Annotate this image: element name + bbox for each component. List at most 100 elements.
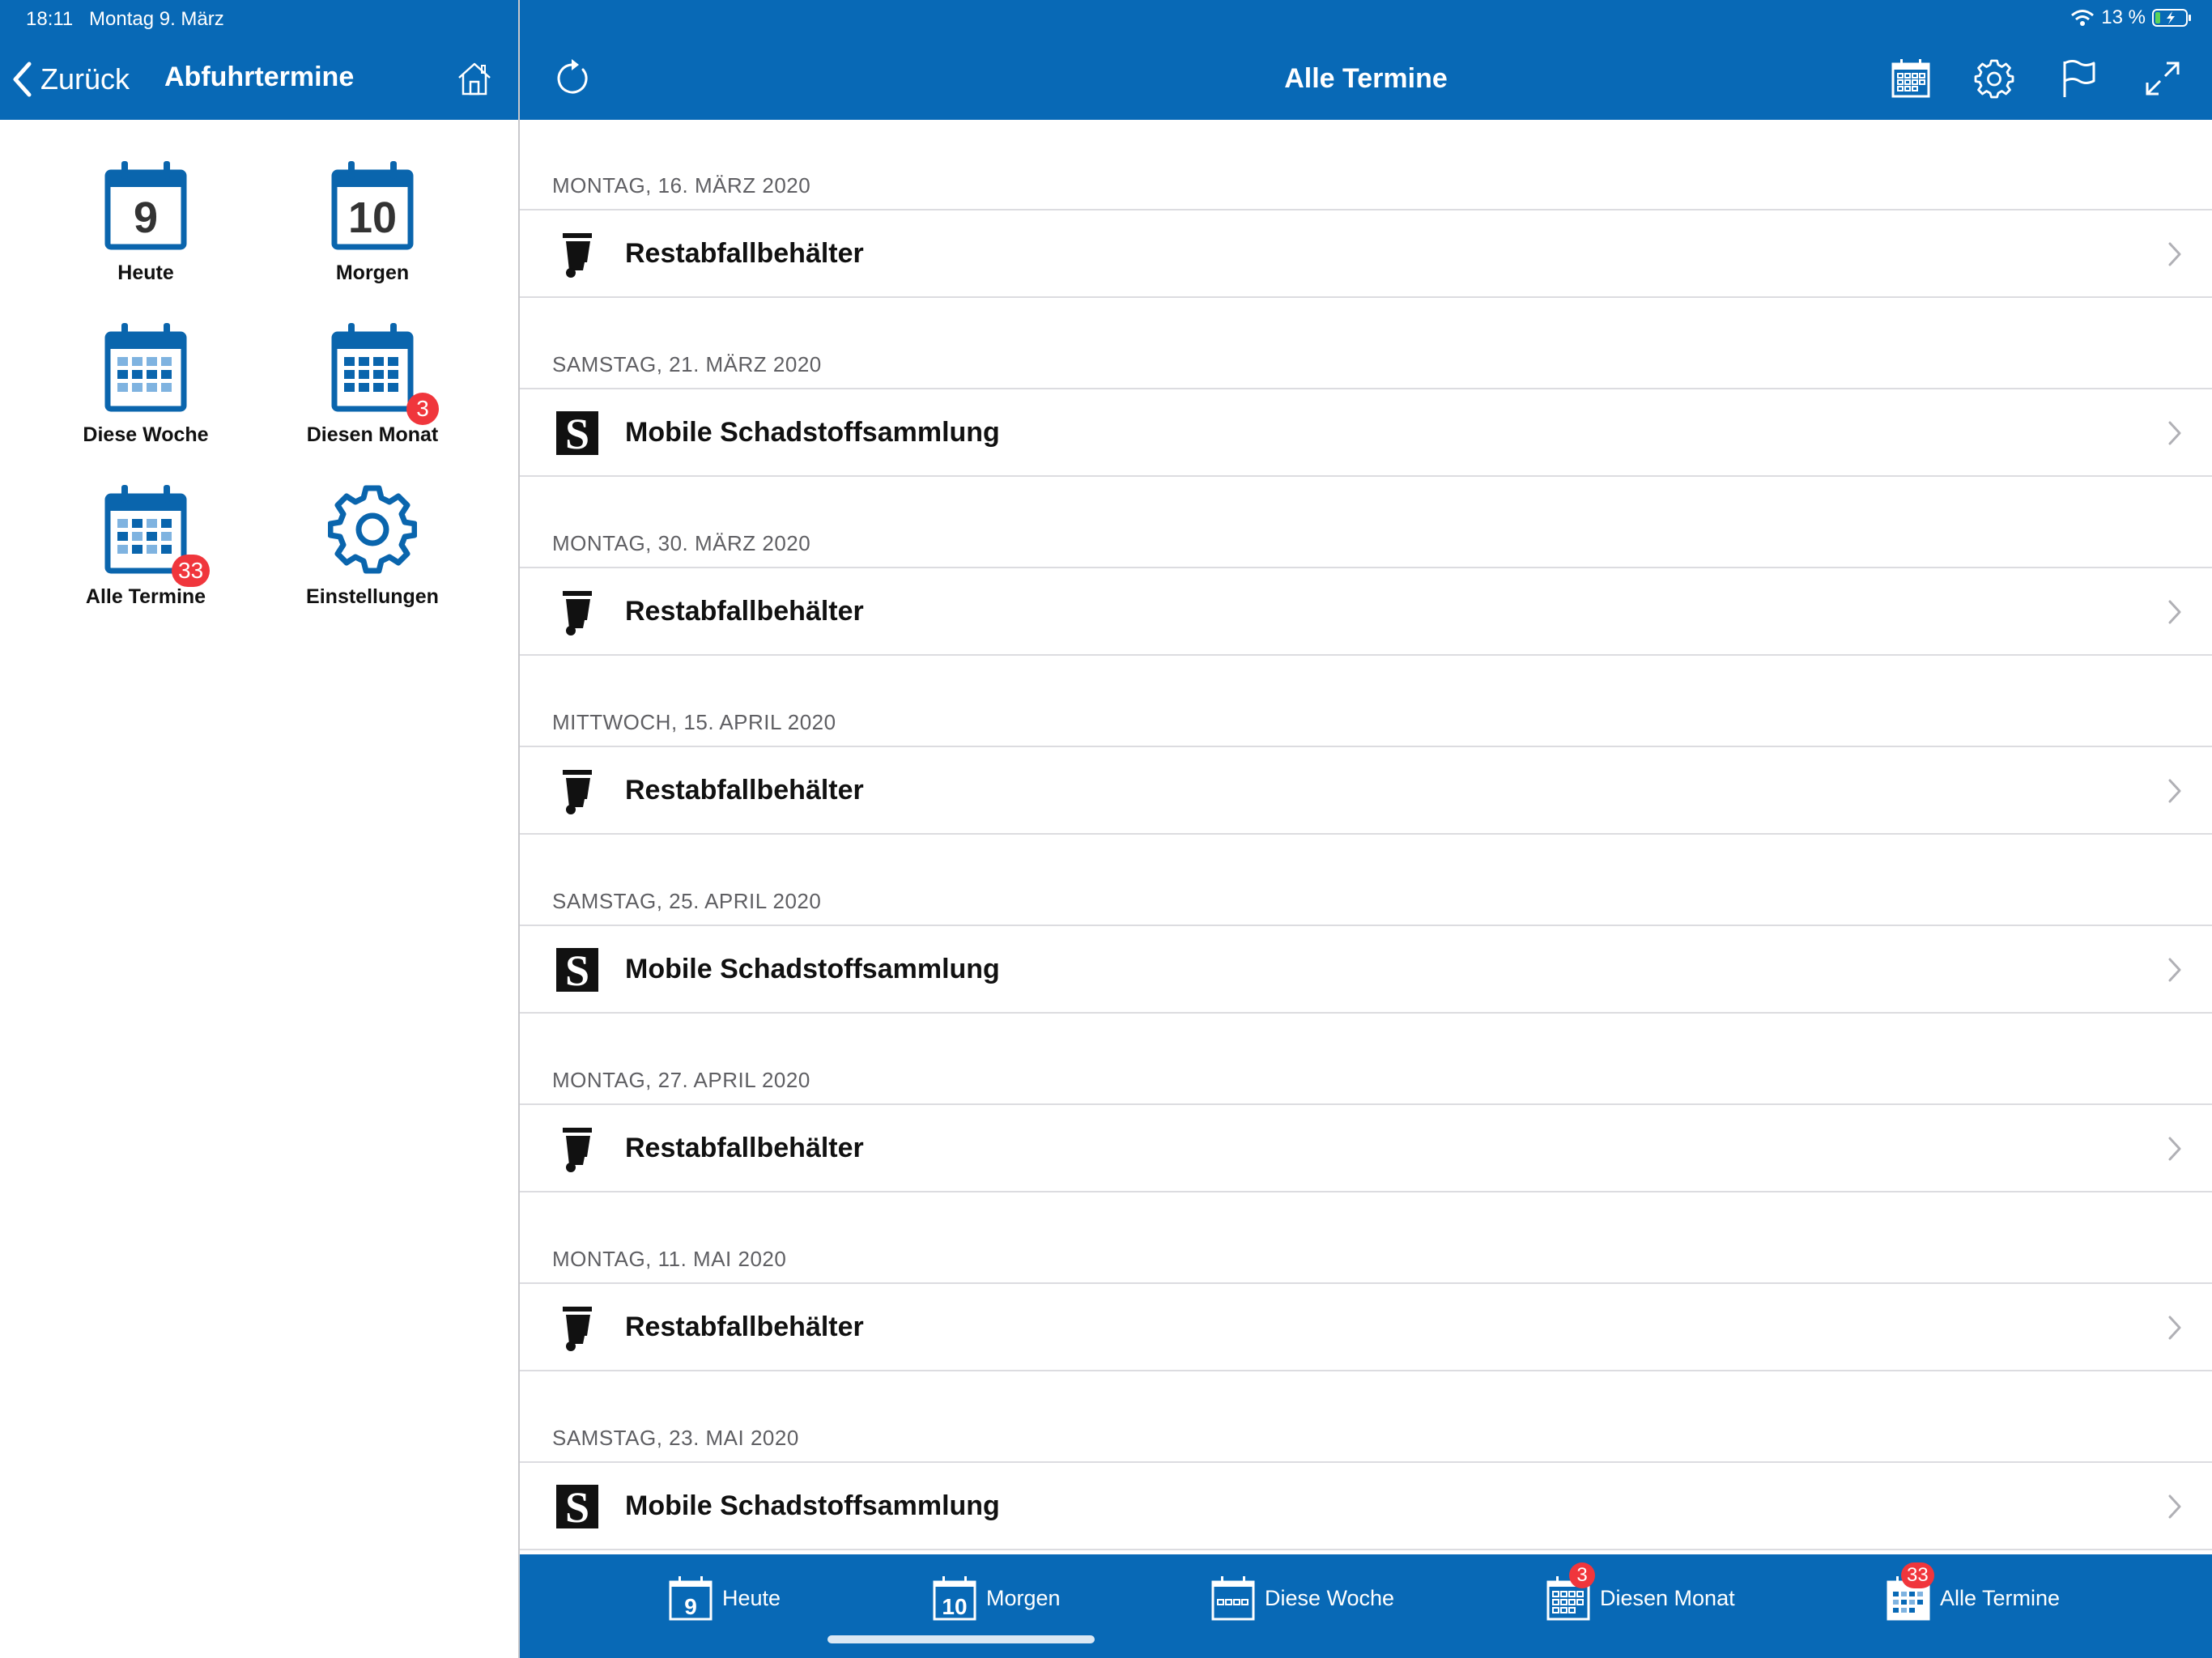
chevron-right-icon <box>2168 242 2181 266</box>
list-section: MONTAG, 27. APRIL 2020 Restabfallbehälter <box>520 1014 2212 1193</box>
appointment-row[interactable]: Restabfallbehälter <box>520 209 2212 298</box>
waste-bin-icon <box>563 770 592 814</box>
chevron-right-icon <box>2168 1316 2181 1340</box>
gear-icon <box>328 485 417 574</box>
battery-icon <box>2152 9 2191 27</box>
chevron-left-icon <box>13 62 32 97</box>
tab-diese-woche[interactable]: Diese Woche <box>1210 1572 1394 1624</box>
tile-diesen-monat-badge: 3 <box>406 393 439 425</box>
tab-morgen-icon-wrap: 10 <box>931 1574 978 1622</box>
status-date: Montag 9. März <box>89 8 224 30</box>
waste-bin-icon <box>563 1307 592 1351</box>
tab-heute-label: Heute <box>722 1585 781 1610</box>
back-label: Zurück <box>40 62 130 96</box>
tab-diesen-monat-label: Diesen Monat <box>1600 1585 1735 1610</box>
appointment-title: Restabfallbehälter <box>625 596 864 627</box>
tile-morgen[interactable]: 10 Morgen <box>267 158 478 312</box>
section-date-header: MONTAG, 30. MÄRZ 2020 <box>552 531 811 555</box>
list-section: SAMSTAG, 23. MAI 2020 S Mobile Schadstoffs… <box>520 1372 2212 1551</box>
svg-text:S: S <box>565 1483 589 1531</box>
section-date-header: MONTAG, 16. MÄRZ 2020 <box>552 173 811 198</box>
tile-diesen-monat[interactable]: 3 Diesen Monat <box>267 320 478 474</box>
left-pane: 18:11 Montag 9. März Zurück Abfuhrtermin… <box>0 0 519 1658</box>
tab-diesen-monat-icon-wrap: 3 <box>1545 1562 1595 1622</box>
tile-alle-termine[interactable]: 33 Alle Termine <box>40 482 251 636</box>
tab-morgen[interactable]: 10 Morgen <box>931 1572 1061 1624</box>
calendar-day-icon: 9 <box>104 161 187 250</box>
tab-heute-icon-wrap: 9 <box>667 1574 714 1622</box>
tile-einstellungen[interactable]: Einstellungen <box>267 482 478 636</box>
calendar-week-icon <box>104 323 187 412</box>
calendar-week-icon <box>1211 1576 1255 1621</box>
appointment-title: Restabfallbehälter <box>625 1133 864 1163</box>
flag-icon[interactable] <box>2057 57 2100 100</box>
appointment-row[interactable]: Restabfallbehälter <box>520 746 2212 835</box>
gear-icon[interactable] <box>1972 57 2016 100</box>
appointment-title: Restabfallbehälter <box>625 1312 864 1342</box>
tab-heute[interactable]: 9 Heute <box>667 1572 781 1624</box>
calendar-day-icon: 9 <box>669 1576 713 1621</box>
tile-heute-day: 9 <box>134 193 158 242</box>
tab-morgen-day: 10 <box>942 1594 967 1619</box>
tab-heute-day: 9 <box>684 1594 697 1619</box>
calendar-icon[interactable] <box>1889 57 1933 100</box>
section-date-header: SAMSTAG, 21. MÄRZ 2020 <box>552 352 822 376</box>
appointment-row[interactable]: S Mobile Schadstoffsammlung <box>520 925 2212 1014</box>
tab-diesen-monat-badge: 3 <box>1569 1562 1595 1588</box>
hazardous-waste-icon: S <box>556 1483 598 1531</box>
svg-text:S: S <box>565 946 589 994</box>
back-button[interactable]: Zurück <box>11 57 130 102</box>
tile-diese-woche[interactable]: Diese Woche <box>40 320 251 474</box>
left-nav-bar: 18:11 Montag 9. März Zurück Abfuhrtermin… <box>0 0 519 120</box>
waste-bin-icon <box>563 591 592 636</box>
appointment-row[interactable]: S Mobile Schadstoffsammlung <box>520 1461 2212 1550</box>
chevron-right-icon <box>2168 1494 2181 1519</box>
calendar-day-icon: 10 <box>331 161 414 250</box>
page-title: Alle Termine <box>1284 63 1448 94</box>
appointment-title: Mobile Schadstoffsammlung <box>625 954 1000 984</box>
tile-morgen-day: 10 <box>348 193 397 242</box>
left-title: Abfuhrtermine <box>164 62 355 92</box>
svg-text:S: S <box>565 410 589 457</box>
tab-morgen-label: Morgen <box>986 1585 1061 1610</box>
tab-diese-woche-icon-wrap <box>1210 1574 1257 1622</box>
tile-alle-termine-badge: 33 <box>172 555 211 587</box>
tab-alle-termine-label: Alle Termine <box>1940 1585 2061 1610</box>
section-date-header: SAMSTAG, 25. APRIL 2020 <box>552 889 822 913</box>
appointment-title: Restabfallbehälter <box>625 238 864 269</box>
right-nav-bar: 13 % Alle Termine <box>520 0 2212 120</box>
list-section: MONTAG, 30. MÄRZ 2020 Restabfallbehälter <box>520 478 2212 657</box>
hazardous-waste-icon: S <box>556 410 598 457</box>
tab-diesen-monat[interactable]: 3 Diesen Monat <box>1545 1562 1735 1624</box>
list-section: MITTWOCH, 15. APRIL 2020 Restabfallbehält… <box>520 657 2212 835</box>
home-icon[interactable] <box>455 59 494 98</box>
tab-alle-termine-badge: 33 <box>1901 1562 1934 1588</box>
battery-percent: 13 % <box>2101 6 2146 28</box>
chevron-right-icon <box>2168 1137 2181 1161</box>
appointment-row[interactable]: Restabfallbehälter <box>520 567 2212 656</box>
tile-diesen-monat-label: Diesen Monat <box>306 423 439 446</box>
waste-bin-icon <box>563 1128 592 1172</box>
wifi-icon <box>2071 10 2095 26</box>
status-indicators: 13 % <box>2070 6 2193 29</box>
tab-alle-termine-icon-wrap: 33 <box>1885 1562 1934 1622</box>
chevron-right-icon <box>2168 779 2181 803</box>
section-date-header: MITTWOCH, 15. APRIL 2020 <box>552 710 836 734</box>
tile-heute[interactable]: 9 Heute <box>40 158 251 312</box>
appointment-row[interactable]: S Mobile Schadstoffsammlung <box>520 388 2212 477</box>
tile-heute-label: Heute <box>117 261 174 284</box>
section-date-header: SAMSTAG, 23. MAI 2020 <box>552 1426 799 1450</box>
appointment-row[interactable]: Restabfallbehälter <box>520 1282 2212 1371</box>
appointment-title: Mobile Schadstoffsammlung <box>625 1490 1000 1521</box>
calendar-month-icon <box>331 323 414 412</box>
calendar-day-icon: 10 <box>933 1576 976 1621</box>
section-date-header: MONTAG, 11. MAI 2020 <box>552 1247 787 1271</box>
list-section: SAMSTAG, 21. MÄRZ 2020 S Mobile Schadstoff… <box>520 299 2212 478</box>
home-indicator[interactable] <box>827 1635 1095 1643</box>
expand-icon[interactable] <box>2141 57 2184 100</box>
list-section: MONTAG, 16. MÄRZ 2020 Restabfallbehälter <box>520 120 2212 299</box>
appointments-list[interactable]: MONTAG, 16. MÄRZ 2020 Restabfallbehälter S… <box>520 120 2212 1554</box>
waste-bin-icon <box>563 233 592 278</box>
tab-alle-termine[interactable]: 33 Alle Termine <box>1885 1562 2061 1624</box>
appointment-row[interactable]: Restabfallbehälter <box>520 1103 2212 1192</box>
